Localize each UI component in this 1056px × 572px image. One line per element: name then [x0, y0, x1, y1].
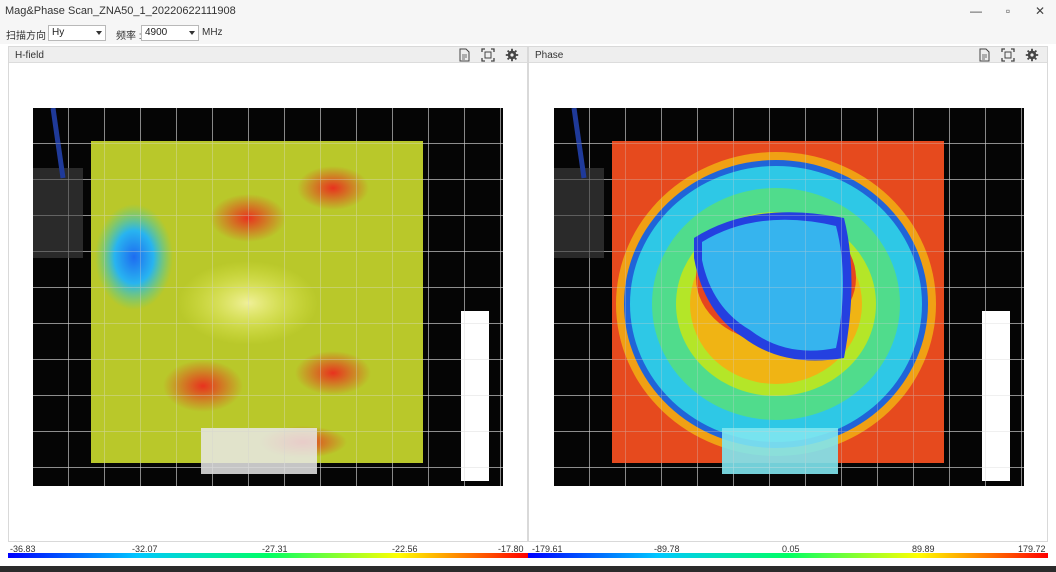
close-button[interactable]: ✕ — [1026, 2, 1054, 20]
title-bar: Mag&Phase Scan_ZNA50_1_20220622111908 — … — [0, 0, 1056, 22]
phase-heatmap — [554, 108, 1024, 486]
frequency-unit: MHz — [202, 27, 223, 38]
document-icon[interactable] — [457, 48, 471, 62]
frequency-select[interactable]: 4900 — [141, 25, 199, 41]
minimize-button[interactable]: — — [962, 2, 990, 20]
document-icon[interactable] — [977, 48, 991, 62]
restore-button[interactable]: ▫ — [994, 2, 1022, 20]
frequency-value: 4900 — [145, 27, 168, 38]
hfield-panel-title: H-field — [15, 50, 44, 61]
phase-scan-view[interactable] — [554, 108, 1024, 486]
frequency-label: 频率 : — [116, 31, 142, 42]
close-icon: ✕ — [1034, 4, 1046, 18]
chevron-down-icon — [96, 31, 102, 35]
direction-value: Hy — [52, 27, 65, 38]
phase-color-scale — [528, 553, 1048, 558]
chevron-down-icon — [189, 31, 195, 35]
restore-icon: ▫ — [1005, 4, 1011, 18]
direction-select[interactable]: Hy — [48, 25, 106, 41]
hfield-panel-header: H-field — [9, 47, 527, 63]
window-title: Mag&Phase Scan_ZNA50_1_20220622111908 — [5, 5, 236, 17]
hfield-scan-view[interactable] — [33, 108, 503, 486]
phase-panel-header: Phase — [529, 47, 1047, 63]
toolbar: 扫描方向 : Hy 频率 : 4900 MHz — [0, 22, 1056, 44]
gear-icon[interactable] — [505, 48, 519, 62]
hfield-heatmap — [33, 108, 503, 486]
direction-label: 扫描方向 : — [6, 31, 52, 42]
fit-screen-icon[interactable] — [1001, 48, 1015, 62]
taskbar — [0, 566, 1056, 572]
gear-icon[interactable] — [1025, 48, 1039, 62]
fit-screen-icon[interactable] — [481, 48, 495, 62]
hfield-color-scale — [8, 553, 528, 558]
phase-panel: Phase — [528, 46, 1048, 542]
minimize-icon: — — [970, 4, 982, 18]
phase-panel-title: Phase — [535, 50, 564, 61]
hfield-panel: H-field — [8, 46, 528, 542]
